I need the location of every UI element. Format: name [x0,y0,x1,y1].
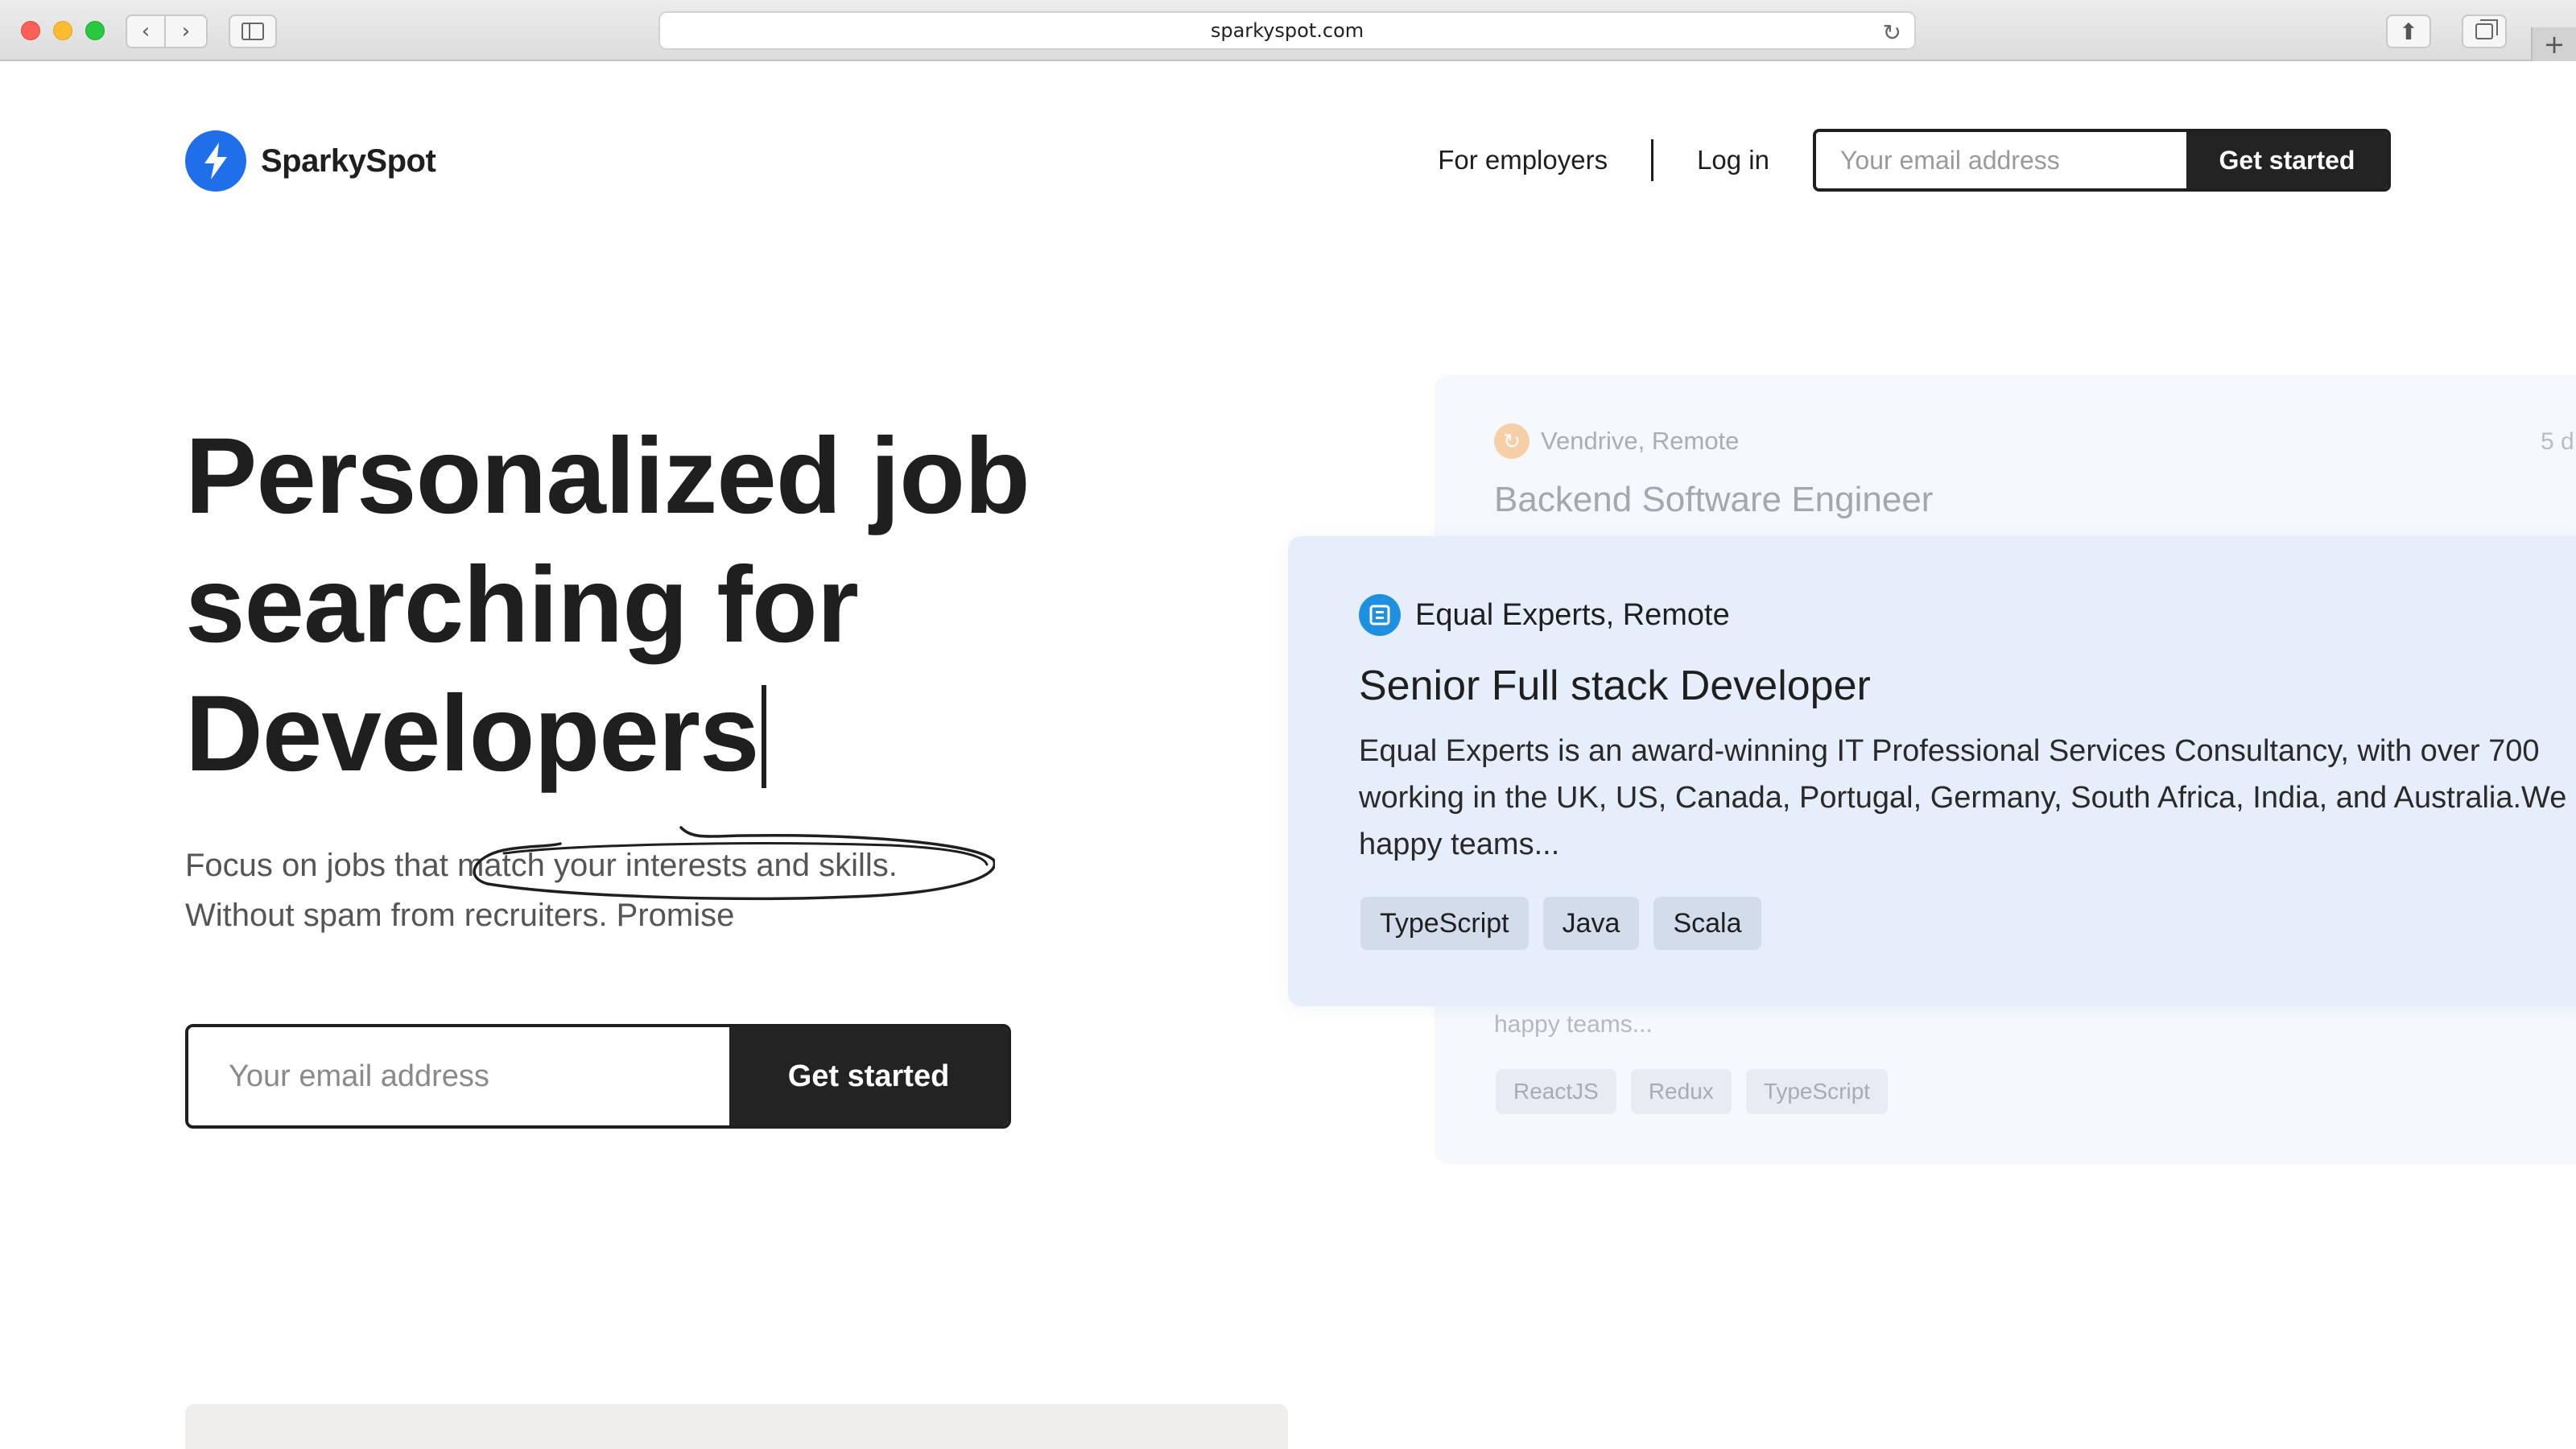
back-card-company-name: Vendrive, Remote [1541,427,1740,455]
hero-signup-form: Get started [185,1024,1011,1129]
chevron-left-icon: ‹ [141,19,151,43]
front-card-description: Equal Experts is an award-winning IT Pro… [1359,728,2576,868]
tabs-icon [2475,19,2498,39]
chevron-right-icon: › [181,19,191,43]
reload-icon[interactable]: ↻ [1883,19,1901,46]
header-email-input[interactable] [1816,132,2186,188]
plus-icon: + [2543,29,2566,60]
address-bar[interactable]: sparkyspot.com ↻ [658,11,1916,50]
hero-title-line-1: Personalized job [185,416,1030,536]
back-card-company: ↻ Vendrive, Remote [1494,423,1739,459]
top-navigation: For employers Log in Get started [1438,129,2391,192]
hero-email-input[interactable] [188,1027,729,1125]
close-window-button[interactable] [21,21,40,40]
skill-tag: Scala [1653,897,1761,950]
back-card-title: Backend Software Engineer [1494,480,1934,519]
forward-button[interactable]: › [166,14,208,48]
hero-title-line-3: Developers [185,674,759,794]
front-card-title: Senior Full stack Developer [1359,663,1871,709]
brand-name: SparkySpot [261,142,436,179]
share-button[interactable]: ⬆ [2386,14,2431,48]
text-cursor [762,685,767,788]
browser-toolbar: ‹ › sparkyspot.com ↻ ⬆ + [0,0,2576,61]
brand-logo[interactable]: SparkySpot [185,130,436,192]
back-card-tags: ReactJS Redux TypeScript [1496,1069,1889,1114]
new-tab-button[interactable]: + [2531,27,2576,61]
url-text: sparkyspot.com [1210,19,1364,42]
log-in-link[interactable]: Log in [1697,145,1769,175]
skill-tag: Java [1542,897,1640,950]
minimize-window-button[interactable] [53,21,72,40]
header-get-started-button[interactable]: Get started [2186,132,2388,188]
skill-tag: Redux [1630,1069,1732,1114]
zoom-window-button[interactable] [85,21,105,40]
front-card-description-line: happy teams... [1359,828,1560,861]
header-signup-form: Get started [1813,129,2391,192]
back-card-posted: 5 d [2541,428,2574,455]
front-card-company: Equal Experts, Remote [1359,594,1730,636]
share-icon: ⬆ [2399,18,2418,45]
hero-get-started-button[interactable]: Get started [729,1027,1008,1125]
hero-title-line-2: searching for [185,545,859,665]
hand-drawn-circle-annotation [473,826,995,901]
sidebar-icon [242,23,264,40]
vendrive-logo-icon: ↻ [1494,423,1530,459]
lightning-bolt-icon [185,130,246,192]
front-card-company-name: Equal Experts, Remote [1415,597,1730,632]
for-employers-link[interactable]: For employers [1438,145,1608,175]
front-card-description-line: Equal Experts is an award-winning IT Pro… [1359,734,2540,768]
front-card-description-line: working in the UK, US, Canada, Portugal,… [1359,781,2567,815]
hero-subtitle-lead: Focus on jobs that [185,848,457,883]
job-card-featured[interactable]: Equal Experts, Remote Senior Full stack … [1288,536,2576,1006]
back-button[interactable]: ‹ [126,14,166,48]
equal-experts-logo-icon [1359,594,1401,636]
show-tabs-button[interactable] [2462,14,2507,48]
sidebar-toggle-button[interactable] [229,14,277,48]
skill-tag: ReactJS [1496,1069,1616,1114]
next-section-preview [185,1404,1288,1449]
nav-divider [1651,139,1654,181]
skill-tag: TypeScript [1745,1069,1889,1114]
hero-title: Personalized job searching for Developer… [185,412,1312,799]
skill-tag: TypeScript [1360,897,1529,950]
back-card-description: happy teams... [1494,1011,1653,1038]
front-card-tags: TypeScript Java Scala [1360,897,1761,950]
